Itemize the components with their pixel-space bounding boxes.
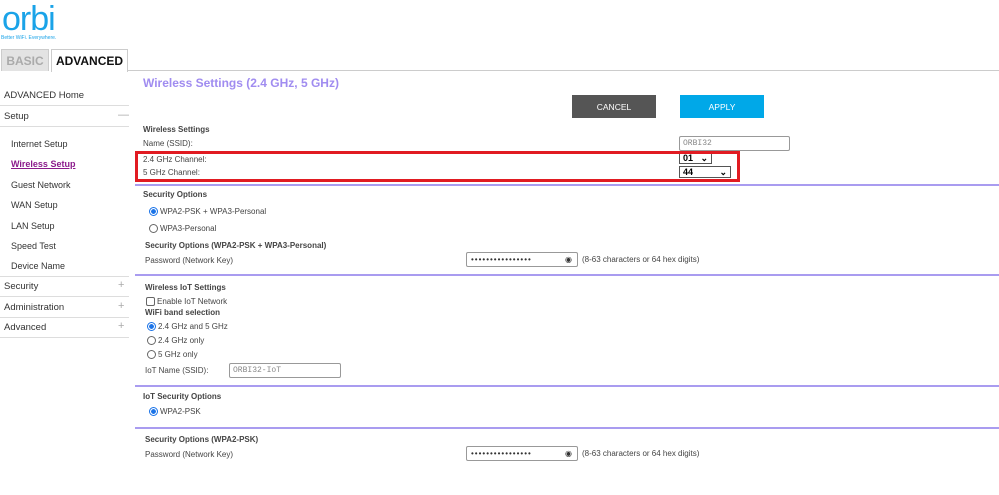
checkbox-label: Enable IoT Network [157,297,228,306]
radio-label: 2.4 GHz only [158,336,205,345]
eye-icon[interactable]: ◉ [565,255,573,264]
section-divider [135,184,999,186]
security-options-heading: Security Options [143,190,208,199]
radio-selected-icon[interactable] [149,407,158,417]
highlight-box [135,151,740,182]
enable-iot-checkbox[interactable]: Enable IoT Network [146,297,228,307]
radio-band-24[interactable]: 2.4 GHz only [147,336,205,346]
header-divider [128,70,999,71]
divider [0,105,129,106]
section-divider [135,274,999,276]
sidebar-item-guest-network[interactable]: Guest Network [11,180,71,190]
divider [0,126,129,127]
orbi-logo: orbi [2,0,56,38]
collapse-icon[interactable]: — [118,109,129,121]
radio-wpa2-wpa3[interactable]: WPA2-PSK + WPA3-Personal [149,207,267,217]
divider [0,296,129,297]
expand-icon[interactable]: + [118,279,124,291]
sidebar-item-security[interactable]: Security [4,281,38,292]
radio-band-both[interactable]: 2.4 GHz and 5 GHz [147,322,228,332]
wireless-settings-heading: Wireless Settings [143,125,210,134]
radio-iot-wpa2[interactable]: WPA2-PSK [149,407,201,417]
sidebar-item-lan-setup[interactable]: LAN Setup [11,221,55,231]
password-mask: •••••••••••••••• [471,449,532,458]
tab-advanced[interactable]: ADVANCED [51,49,128,72]
iot-settings-heading: Wireless IoT Settings [145,283,226,292]
radio-label: 5 GHz only [158,350,198,359]
password-hint: (8-63 characters or 64 hex digits) [582,255,700,264]
sidebar-item-device-name[interactable]: Device Name [11,261,65,271]
iot-security-heading: IoT Security Options [143,392,222,401]
divider [0,337,129,338]
radio-selected-icon[interactable] [149,207,158,217]
radio-selected-icon[interactable] [147,322,156,332]
expand-icon[interactable]: + [118,300,124,312]
ssid-input[interactable]: ORBI32 [679,136,790,151]
password-label: Password (Network Key) [145,256,234,265]
logo-tagline: Better WiFi. Everywhere. [1,35,57,41]
radio-icon[interactable] [147,336,156,346]
sidebar-item-advanced-home[interactable]: ADVANCED Home [4,90,84,101]
sidebar-item-wan-setup[interactable]: WAN Setup [11,200,58,210]
expand-icon[interactable]: + [118,320,124,332]
cancel-button[interactable]: CANCEL [572,95,656,118]
radio-label: 2.4 GHz and 5 GHz [158,322,228,331]
iot-security-sub-heading: Security Options (WPA2-PSK) [145,435,259,444]
password-mask: •••••••••••••••• [471,255,532,264]
sidebar-item-setup[interactable]: Setup [4,111,29,122]
sidebar-item-advanced[interactable]: Advanced [4,322,46,333]
divider [0,317,129,318]
sidebar-item-wireless-setup[interactable]: Wireless Setup [11,159,75,169]
sidebar-item-speed-test[interactable]: Speed Test [11,241,56,251]
section-divider [135,427,999,429]
iot-password-label: Password (Network Key) [145,450,234,459]
iot-password-hint: (8-63 characters or 64 hex digits) [582,449,700,458]
tab-basic[interactable]: BASIC [1,49,49,71]
checkbox-icon[interactable] [146,297,155,307]
ssid-label: Name (SSID): [143,139,193,148]
radio-icon[interactable] [149,224,158,234]
eye-icon[interactable]: ◉ [565,449,573,458]
radio-label: WPA3-Personal [160,224,217,233]
iot-name-input[interactable]: ORBI32-IoT [229,363,341,378]
radio-wpa3[interactable]: WPA3-Personal [149,224,217,234]
password-input[interactable]: •••••••••••••••• ◉ [466,252,578,267]
iot-name-label: IoT Name (SSID): [145,366,209,375]
sidebar-item-administration[interactable]: Administration [4,302,64,313]
security-sub-heading: Security Options (WPA2-PSK + WPA3-Person… [145,241,327,250]
radio-icon[interactable] [147,350,156,360]
divider [0,276,129,277]
section-divider [135,385,999,387]
apply-button[interactable]: APPLY [680,95,764,118]
page-title: Wireless Settings (2.4 GHz, 5 GHz) [143,76,339,90]
sidebar-item-internet-setup[interactable]: Internet Setup [11,139,68,149]
radio-label: WPA2-PSK + WPA3-Personal [160,207,267,216]
band-selection-heading: WiFi band selection [145,308,221,317]
radio-label: WPA2-PSK [160,407,201,416]
iot-password-input[interactable]: •••••••••••••••• ◉ [466,446,578,461]
radio-band-5[interactable]: 5 GHz only [147,350,198,360]
